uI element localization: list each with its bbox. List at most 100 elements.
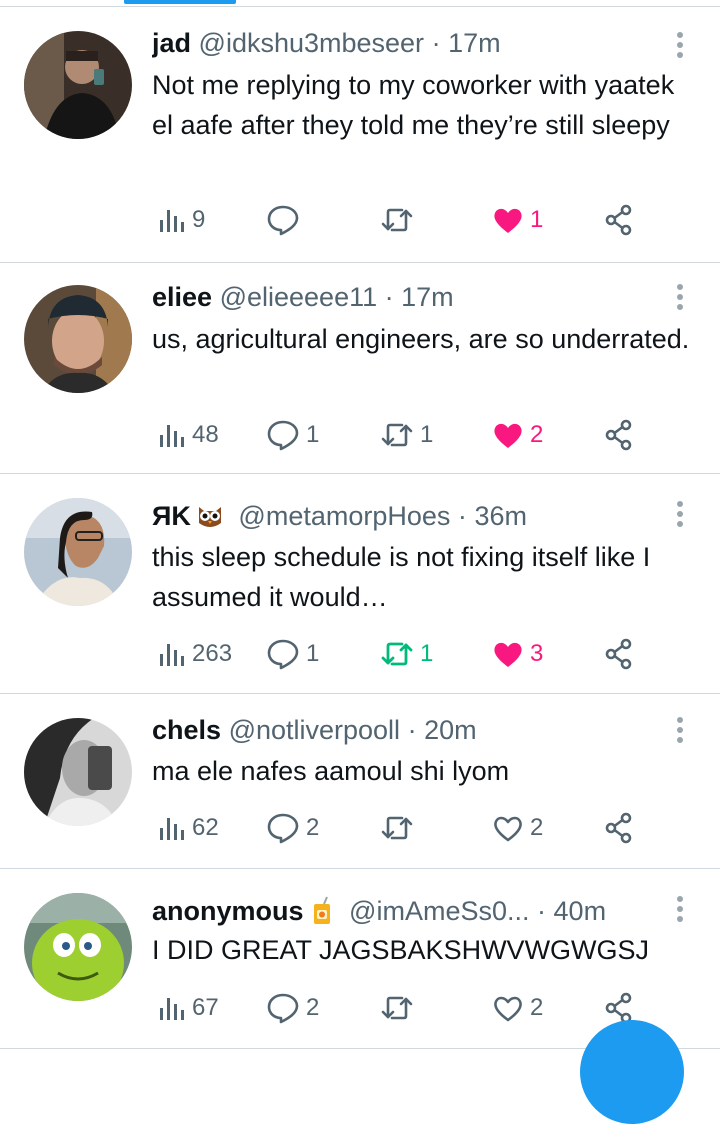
like-count: 2 <box>530 814 544 841</box>
tweet-actions: 67 2 2 <box>152 988 652 1028</box>
views-chart-icon <box>158 640 186 668</box>
avatar[interactable] <box>24 31 132 139</box>
views-button[interactable]: 67 <box>158 988 219 1028</box>
author-name[interactable]: anonymous <box>152 896 304 926</box>
heart-icon <box>492 420 524 450</box>
author-handle[interactable]: @notliverpooll <box>229 715 401 745</box>
share-button[interactable] <box>604 634 634 674</box>
tweet-text: us, agricultural engineers, are so under… <box>152 324 690 354</box>
reply-button[interactable]: 1 <box>266 634 319 674</box>
separator-dot: · <box>537 896 547 926</box>
reply-button[interactable]: 2 <box>266 808 319 848</box>
author-name[interactable]: eliee <box>152 282 212 312</box>
retweet-button[interactable]: 1 <box>380 415 433 455</box>
avatar[interactable] <box>24 285 132 393</box>
tweet-text: ma ele nafes aamoul shi lyom <box>152 756 510 786</box>
timestamp[interactable]: 17m <box>401 282 454 312</box>
tweet-actions: 62 2 2 <box>152 808 652 848</box>
reply-count: 2 <box>306 994 320 1021</box>
share-button[interactable] <box>604 808 634 848</box>
share-button[interactable] <box>604 415 634 455</box>
more-vertical-icon[interactable] <box>668 891 692 927</box>
views-chart-icon <box>158 994 186 1022</box>
like-button[interactable]: 2 <box>492 415 543 455</box>
like-count: 1 <box>530 206 544 233</box>
tweet[interactable]: chels @notliverpooll · 20m ma ele nafes … <box>0 694 720 869</box>
more-vertical-icon[interactable] <box>668 279 692 315</box>
author-handle[interactable]: @elieeeee11 <box>220 282 378 312</box>
tweet[interactable]: jad @idkshu3mbeseer · 17m Not me replyin… <box>0 7 720 263</box>
timestamp[interactable]: 36m <box>474 501 527 531</box>
like-button[interactable]: 3 <box>492 634 543 674</box>
reply-bubble-icon <box>266 204 300 236</box>
reply-count: 1 <box>306 421 320 448</box>
reply-bubble-icon <box>266 812 300 844</box>
tweet[interactable]: ЯK @metamorpHoes · 36m this sleep schedu… <box>0 474 720 694</box>
reply-count: 1 <box>306 640 320 667</box>
reply-bubble-icon <box>266 992 300 1024</box>
reply-button[interactable]: 2 <box>266 988 319 1028</box>
reply-bubble-icon <box>266 419 300 451</box>
views-button[interactable]: 263 <box>158 634 232 674</box>
like-count: 3 <box>530 640 544 667</box>
views-chart-icon <box>158 421 186 449</box>
avatar[interactable] <box>24 718 132 826</box>
retweet-button[interactable] <box>380 988 420 1028</box>
tweet[interactable]: eliee @elieeeee11 · 17m us, agricultural… <box>0 263 720 474</box>
like-button[interactable]: 2 <box>492 988 543 1028</box>
share-nodes-icon <box>604 204 634 236</box>
views-chart-icon <box>158 206 186 234</box>
separator-dot: · <box>457 501 467 531</box>
author-handle[interactable]: @idkshu3mbeseer <box>199 28 425 58</box>
separator-dot: · <box>407 715 417 745</box>
more-vertical-icon[interactable] <box>668 27 692 63</box>
author-name[interactable]: jad <box>152 28 191 58</box>
retweet-button[interactable] <box>380 200 420 240</box>
heart-icon <box>492 639 524 669</box>
juice-box-icon <box>308 896 336 933</box>
views-button[interactable]: 62 <box>158 808 219 848</box>
avatar[interactable] <box>24 893 132 1001</box>
tweet-actions: 263 1 1 3 <box>152 634 652 674</box>
views-button[interactable]: 9 <box>158 200 205 240</box>
retweet-button[interactable]: 1 <box>380 634 433 674</box>
views-count: 48 <box>192 421 219 448</box>
like-button[interactable]: 1 <box>492 200 543 240</box>
like-button[interactable]: 2 <box>492 808 543 848</box>
top-divider <box>0 0 720 7</box>
like-count: 2 <box>530 421 544 448</box>
share-button[interactable] <box>604 200 634 240</box>
share-nodes-icon <box>604 638 634 670</box>
author-handle[interactable]: @imAmeSs0... <box>349 896 529 926</box>
retweet-button[interactable] <box>380 808 420 848</box>
timestamp[interactable]: 17m <box>448 28 501 58</box>
retweet-arrows-icon <box>380 993 414 1023</box>
share-nodes-icon <box>604 419 634 451</box>
more-vertical-icon[interactable] <box>668 496 692 532</box>
tweet-actions: 9 1 <box>152 200 652 240</box>
tweet-text: this sleep schedule is not fixing itself… <box>152 542 651 612</box>
reply-button[interactable]: 1 <box>266 415 319 455</box>
views-button[interactable]: 48 <box>158 415 219 455</box>
more-vertical-icon[interactable] <box>668 712 692 748</box>
compose-tweet-button[interactable] <box>580 1020 684 1124</box>
views-chart-icon <box>158 814 186 842</box>
retweet-arrows-icon <box>380 205 414 235</box>
tweet-actions: 48 1 1 2 <box>152 415 652 455</box>
tweet-text: Not me replying to my coworker with yaat… <box>152 70 675 140</box>
views-count: 67 <box>192 994 219 1021</box>
tweet[interactable]: anonymous @imAmeSs0... · 40m I DID GREAT… <box>0 869 720 1049</box>
reply-button[interactable] <box>266 200 306 240</box>
avatar[interactable] <box>24 498 132 606</box>
active-tab-indicator <box>124 0 236 4</box>
separator-dot: · <box>431 28 441 58</box>
retweet-arrows-icon <box>380 813 414 843</box>
author-handle[interactable]: @metamorpHoes <box>238 501 450 531</box>
retweet-arrows-icon <box>380 639 414 669</box>
timestamp[interactable]: 20m <box>424 715 477 745</box>
author-name[interactable]: ЯK <box>152 501 191 531</box>
retweet-count: 1 <box>420 640 434 667</box>
views-count: 62 <box>192 814 219 841</box>
author-name[interactable]: chels <box>152 715 221 745</box>
timestamp[interactable]: 40m <box>554 896 607 926</box>
